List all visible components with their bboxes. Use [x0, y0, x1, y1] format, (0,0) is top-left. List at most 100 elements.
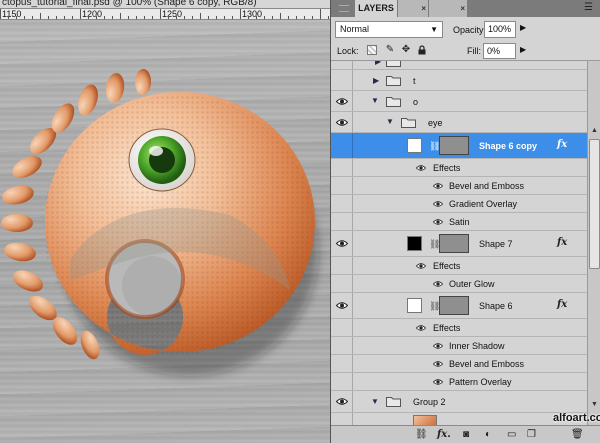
visibility-toggle[interactable] [331, 337, 353, 354]
collapse-triangle-icon[interactable]: ▼ [386, 117, 394, 126]
eye-icon[interactable] [336, 97, 348, 106]
link-icon[interactable]: ⛓ [415, 428, 428, 442]
layer-row-shape-6-copy[interactable]: ⛓ Shape 6 copy fx [331, 133, 600, 159]
eye-icon[interactable] [416, 262, 426, 270]
layer-thumbnail[interactable] [407, 138, 422, 153]
eye-icon[interactable] [433, 218, 443, 226]
scroll-down-icon[interactable]: ▼ [588, 399, 600, 411]
layer-group-row[interactable]: ▼ o [331, 91, 600, 112]
layer-group-row[interactable]: ▶ [331, 61, 600, 70]
visibility-toggle[interactable] [331, 70, 353, 90]
effect-name: Pattern Overlay [449, 377, 512, 387]
visibility-toggle[interactable] [331, 213, 353, 230]
scroll-thumb[interactable] [589, 139, 600, 269]
eye-icon[interactable] [433, 378, 443, 386]
eye-icon[interactable] [433, 280, 443, 288]
visibility-toggle[interactable] [331, 257, 353, 274]
opacity-slider-arrow-icon[interactable]: ▶ [520, 23, 526, 32]
layer-group-row[interactable]: ▼ Group 2 [331, 391, 600, 413]
fill-input[interactable]: 0% [483, 43, 516, 59]
fx-icon[interactable]: fx [557, 237, 567, 248]
close-icon[interactable]: × [421, 0, 426, 17]
tab-layers[interactable]: LAYERS [355, 0, 397, 17]
effects-row[interactable]: Effects [331, 257, 600, 275]
folder-icon[interactable]: ▭ [507, 428, 516, 442]
panel-gripper-icon[interactable] [339, 5, 349, 12]
layer-list[interactable]: ▶ ▶ t ▼ o ▼ eye ⛓ Shape 6 copy fx Effect… [331, 61, 600, 425]
close-icon[interactable]: × [460, 0, 465, 17]
visibility-toggle[interactable] [331, 373, 353, 390]
fx-icon[interactable]: fx [557, 299, 567, 310]
eye-icon[interactable] [416, 324, 426, 332]
vector-mask-thumbnail[interactable] [439, 136, 469, 155]
effect-item[interactable]: Outer Glow [331, 275, 600, 293]
layer-thumbnail[interactable] [407, 298, 422, 313]
eye-icon[interactable] [433, 182, 443, 190]
panel-menu-icon[interactable]: ☰ [584, 2, 593, 13]
layer-group-row[interactable]: ▼ eye [331, 112, 600, 133]
visibility-toggle[interactable] [331, 413, 353, 425]
visibility-toggle[interactable] [331, 293, 353, 318]
layer-thumbnail[interactable] [413, 415, 437, 425]
effect-item[interactable]: Satin [331, 213, 600, 231]
fill-slider-arrow-icon[interactable]: ▶ [520, 45, 526, 54]
lock-all-icon[interactable] [417, 45, 427, 55]
fx-icon[interactable]: fx [557, 139, 567, 150]
eye-icon[interactable] [433, 360, 443, 368]
eye-icon[interactable] [433, 200, 443, 208]
eye-icon[interactable] [336, 239, 348, 248]
visibility-toggle[interactable] [331, 195, 353, 212]
vector-mask-thumbnail[interactable] [439, 234, 469, 253]
effect-item[interactable]: Gradient Overlay [331, 195, 600, 213]
scroll-up-icon[interactable]: ▲ [588, 125, 600, 137]
lock-move-icon[interactable]: ✥ [401, 45, 411, 55]
visibility-toggle[interactable] [331, 231, 353, 256]
collapse-triangle-icon[interactable]: ▼ [371, 96, 379, 105]
eye-icon[interactable] [336, 301, 348, 310]
effect-item[interactable]: Bevel and Emboss [331, 355, 600, 373]
visibility-toggle[interactable] [331, 61, 353, 69]
new-layer-icon[interactable]: ❐ [527, 428, 536, 442]
vector-mask-thumbnail[interactable] [439, 296, 469, 315]
effect-item[interactable]: Pattern Overlay [331, 373, 600, 391]
document-tab[interactable]: ctopus_tutorial_final.psd @ 100% (Shape … [0, 0, 330, 9]
layer-thumbnail[interactable] [407, 236, 422, 251]
layer-row-shape-7[interactable]: ⛓ Shape 7 fx [331, 231, 600, 257]
visibility-toggle[interactable] [331, 91, 353, 111]
layer-group-row[interactable]: ▶ t [331, 70, 600, 91]
horizontal-ruler[interactable]: 1150 1200 1250 1300 [0, 9, 330, 20]
opacity-input[interactable]: 100% [484, 21, 516, 38]
visibility-toggle[interactable] [331, 159, 353, 176]
effect-item[interactable]: Inner Shadow [331, 337, 600, 355]
lock-transparent-icon[interactable] [367, 45, 377, 55]
visibility-toggle[interactable] [331, 319, 353, 336]
tab-paths[interactable]: × [429, 0, 467, 17]
visibility-toggle[interactable] [331, 355, 353, 372]
effects-row[interactable]: Effects [331, 159, 600, 177]
mask-icon[interactable]: ◙ [463, 428, 469, 442]
visibility-toggle[interactable] [331, 391, 353, 412]
trash-icon[interactable]: 🗑 [571, 428, 584, 442]
eye-icon[interactable] [416, 164, 426, 172]
layer-list-scrollbar[interactable]: ▲ ▼ [587, 61, 600, 425]
visibility-toggle[interactable] [331, 177, 353, 194]
visibility-toggle[interactable] [331, 133, 353, 158]
effect-item[interactable]: Bevel and Emboss [331, 177, 600, 195]
visibility-toggle[interactable] [331, 275, 353, 292]
visibility-toggle[interactable] [331, 112, 353, 132]
effects-row[interactable]: Effects [331, 319, 600, 337]
blend-mode-select[interactable]: Normal ▼ [335, 21, 443, 38]
eye-icon[interactable] [336, 118, 348, 127]
canvas-area[interactable]: ctopus_tutorial_final.psd @ 100% (Shape … [0, 0, 330, 443]
collapse-triangle-icon[interactable]: ▼ [371, 397, 379, 406]
tab-channels[interactable]: × [398, 0, 428, 17]
eye-icon[interactable] [336, 397, 348, 406]
expand-triangle-icon[interactable]: ▶ [375, 61, 381, 66]
layer-row-shape-6[interactable]: ⛓ Shape 6 fx [331, 293, 600, 319]
eye-icon[interactable] [433, 342, 443, 350]
fx-icon[interactable]: fx. [437, 428, 451, 442]
expand-triangle-icon[interactable]: ▶ [373, 76, 379, 85]
adjustment-icon[interactable]: ◐ [485, 428, 491, 442]
lock-brush-icon[interactable]: ✎ [385, 45, 395, 55]
wood-background [0, 20, 330, 443]
